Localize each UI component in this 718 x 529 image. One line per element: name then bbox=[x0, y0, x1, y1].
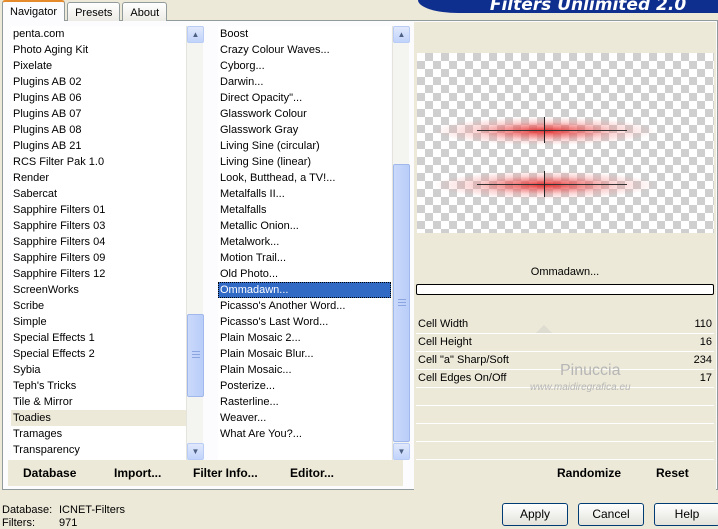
parameter-label: Cell "a" Sharp/Soft bbox=[418, 354, 509, 366]
list-item[interactable]: Boost bbox=[218, 26, 391, 42]
list-item[interactable]: Transparency bbox=[11, 442, 186, 458]
list-item[interactable]: Direct Opacity"... bbox=[218, 90, 391, 106]
list-item[interactable]: Sapphire Filters 01 bbox=[11, 202, 186, 218]
progress-bar bbox=[416, 284, 714, 295]
list-item[interactable]: Plugins AB 02 bbox=[11, 74, 186, 90]
watermark-name: Pinuccia bbox=[560, 362, 621, 379]
scroll-down-icon[interactable]: ▼ bbox=[393, 443, 410, 460]
list-item[interactable]: Special Effects 1 bbox=[11, 330, 186, 346]
database-value: ICNET-Filters bbox=[59, 504, 125, 516]
list-item[interactable]: What Are You?... bbox=[218, 426, 391, 442]
parameter-label: Cell Width bbox=[418, 318, 469, 330]
list-item[interactable]: Metallic Onion... bbox=[218, 218, 391, 234]
reset-button[interactable]: Reset bbox=[656, 466, 689, 480]
editor-button[interactable]: Editor... bbox=[290, 466, 334, 480]
list-item[interactable]: Metalfalls bbox=[218, 202, 391, 218]
list-item[interactable]: Sapphire Filters 04 bbox=[11, 234, 186, 250]
randomize-button[interactable]: Randomize bbox=[557, 466, 621, 480]
list-item[interactable]: Metalfalls II... bbox=[218, 186, 391, 202]
list-item[interactable]: Sapphire Filters 09 bbox=[11, 250, 186, 266]
list-item[interactable]: Picasso's Another Word... bbox=[218, 298, 391, 314]
tab-about[interactable]: About bbox=[122, 2, 168, 21]
filters-label: Filters: bbox=[2, 517, 35, 529]
parameter-label: Cell Edges On/Off bbox=[418, 372, 507, 384]
scroll-thumb[interactable] bbox=[393, 164, 410, 442]
list-item[interactable]: Plain Mosaic... bbox=[218, 362, 391, 378]
list-item[interactable]: Teph's Tricks bbox=[11, 378, 186, 394]
list-item[interactable]: Sabercat bbox=[11, 186, 186, 202]
list-item[interactable]: Sybia bbox=[11, 362, 186, 378]
list-item[interactable]: Toadies bbox=[11, 410, 186, 426]
glow-band-top bbox=[435, 117, 655, 145]
list-item[interactable]: Weaver... bbox=[218, 410, 391, 426]
list-item[interactable]: Pixelate bbox=[11, 58, 186, 74]
parameter-row[interactable]: Cell Width 110 bbox=[416, 316, 714, 334]
list-item[interactable]: Render bbox=[11, 170, 186, 186]
tab-bar: Navigator Presets About bbox=[2, 0, 169, 21]
import-button[interactable]: Import... bbox=[114, 466, 161, 480]
list-item[interactable]: Scribe bbox=[11, 298, 186, 314]
category-scrollbar[interactable]: ▲ ▼ bbox=[186, 26, 204, 460]
filter-list[interactable]: Boost Crazy Colour Waves... Cyborg... Darwi… bbox=[218, 26, 391, 460]
scroll-up-icon[interactable]: ▲ bbox=[393, 26, 410, 43]
list-item[interactable]: Photo Aging Kit bbox=[11, 42, 186, 58]
list-item[interactable]: Look, Butthead, a TV!... bbox=[218, 170, 391, 186]
parameter-value: 110 bbox=[694, 318, 712, 330]
database-label: Database: bbox=[2, 504, 53, 516]
list-item[interactable]: Picasso's Last Word... bbox=[218, 314, 391, 330]
list-item[interactable]: Old Photo... bbox=[218, 266, 391, 282]
list-item[interactable]: Plugins AB 06 bbox=[11, 90, 186, 106]
list-item[interactable]: Plugins AB 07 bbox=[11, 106, 186, 122]
parameter-row-empty bbox=[416, 424, 714, 442]
list-item[interactable]: Tramages bbox=[11, 426, 186, 442]
list-item[interactable]: Crazy Colour Waves... bbox=[218, 42, 391, 58]
list-item[interactable]: Plain Mosaic Blur... bbox=[218, 346, 391, 362]
preview-image bbox=[417, 53, 714, 233]
tab-presets[interactable]: Presets bbox=[67, 2, 121, 21]
scroll-down-icon[interactable]: ▼ bbox=[187, 443, 204, 460]
glow-band-bottom bbox=[435, 171, 655, 199]
category-list[interactable]: penta.com Photo Aging Kit Pixelate Plugins … bbox=[11, 26, 186, 460]
parameter-value: 234 bbox=[693, 354, 712, 366]
list-item[interactable]: Plain Mosaic 2... bbox=[218, 330, 391, 346]
filters-count: 971 bbox=[59, 517, 78, 529]
list-item[interactable]: Living Sine (linear) bbox=[218, 154, 391, 170]
list-item[interactable]: Metalwork... bbox=[218, 234, 391, 250]
filter-scrollbar[interactable]: ▲ ▼ bbox=[392, 26, 410, 460]
list-item[interactable]: Living Sine (circular) bbox=[218, 138, 391, 154]
list-item[interactable]: Motion Trail... bbox=[218, 250, 391, 266]
app-banner: Filters Unlimited 2.0 bbox=[418, 0, 718, 13]
list-item[interactable]: penta.com bbox=[11, 26, 186, 42]
parameter-row-empty bbox=[416, 406, 714, 424]
list-item[interactable]: Ommadawn... bbox=[218, 282, 391, 298]
parameter-label: Cell Height bbox=[418, 336, 472, 348]
scroll-thumb[interactable] bbox=[187, 314, 204, 397]
parameter-value: 16 bbox=[699, 336, 712, 348]
list-item[interactable]: Glasswork Colour bbox=[218, 106, 391, 122]
parameter-row-empty bbox=[416, 442, 714, 460]
list-item[interactable]: Sapphire Filters 03 bbox=[11, 218, 186, 234]
parameter-value: 17 bbox=[699, 372, 712, 384]
list-item[interactable]: Glasswork Gray bbox=[218, 122, 391, 138]
list-item[interactable]: Cyborg... bbox=[218, 58, 391, 74]
filter-info-button[interactable]: Filter Info... bbox=[193, 466, 258, 480]
list-item[interactable]: Rasterline... bbox=[218, 394, 391, 410]
watermark-url: www.maidiregrafica.eu bbox=[530, 382, 631, 393]
list-item[interactable]: Darwin... bbox=[218, 74, 391, 90]
scroll-up-icon[interactable]: ▲ bbox=[187, 26, 204, 43]
list-item[interactable]: Simple bbox=[11, 314, 186, 330]
list-item[interactable]: Plugins AB 08 bbox=[11, 122, 186, 138]
database-button[interactable]: Database bbox=[23, 466, 76, 480]
list-item[interactable]: Special Effects 2 bbox=[11, 346, 186, 362]
tab-navigator[interactable]: Navigator bbox=[2, 0, 66, 21]
list-item[interactable]: ScreenWorks bbox=[11, 282, 186, 298]
list-item[interactable]: Sapphire Filters 12 bbox=[11, 266, 186, 282]
filter-name-label: Ommadawn... bbox=[530, 266, 600, 278]
list-item[interactable]: Plugins AB 21 bbox=[11, 138, 186, 154]
list-item[interactable]: Posterize... bbox=[218, 378, 391, 394]
list-item[interactable]: Tile & Mirror bbox=[11, 394, 186, 410]
list-item[interactable]: RCS Filter Pak 1.0 bbox=[11, 154, 186, 170]
parameter-row[interactable]: Cell Height 16 bbox=[416, 334, 714, 352]
